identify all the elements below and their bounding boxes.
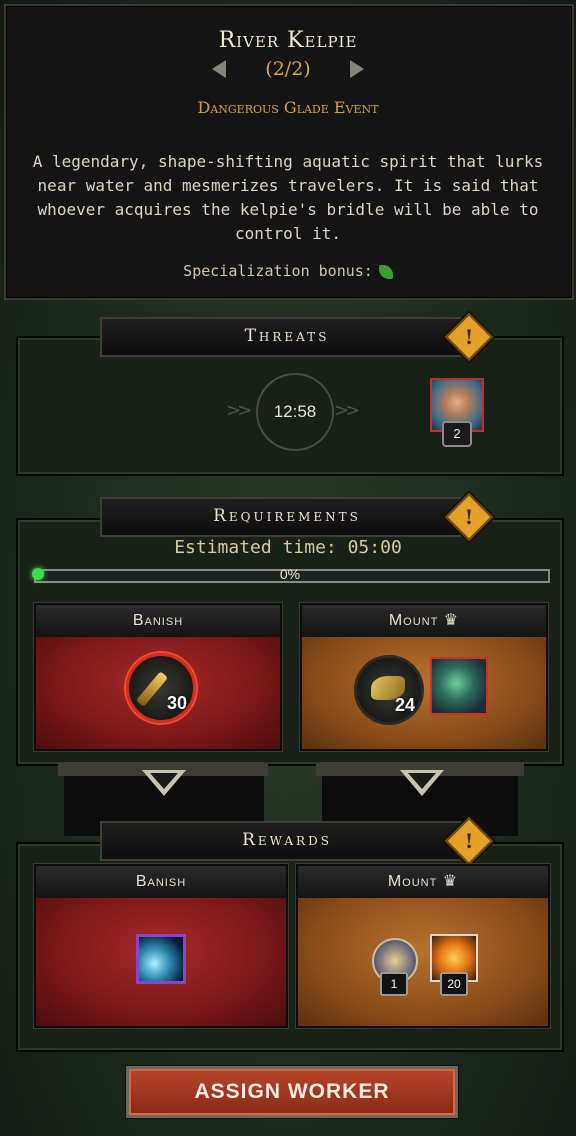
event-description: A legendary, shape-shifting aquatic spir… <box>32 152 544 243</box>
crown-icon: ♛ <box>442 873 459 890</box>
kelpie-portrait-icon[interactable] <box>430 657 488 715</box>
blue-magic-icon[interactable] <box>136 934 186 984</box>
mount-reward-card[interactable]: Mount ♛ 1 20 <box>296 864 550 1028</box>
mount-card-body: 24 <box>302 637 546 749</box>
progress-percent: 0% <box>279 566 301 582</box>
event-pager: (2/2) <box>0 58 576 80</box>
mount-reward-body: 1 20 <box>298 898 548 1026</box>
chevron-right-icon: >> <box>334 400 360 421</box>
chevron-right-icon: >> <box>226 400 252 421</box>
crown-icon: ♛ <box>443 612 460 629</box>
rewards-header: Rewards <box>100 821 474 861</box>
event-type: Dangerous Glade Event <box>197 98 379 117</box>
requirements-header: Requirements <box>100 497 474 537</box>
reward-item2-count: 20 <box>440 972 468 996</box>
reward-item1-count: 1 <box>380 972 408 996</box>
event-title: River Kelpie <box>218 28 358 53</box>
leaf-icon <box>378 264 393 279</box>
banish-reward-title: Banish <box>36 866 286 898</box>
banish-reward-card[interactable]: Banish <box>34 864 288 1028</box>
mount-card-label: Mount <box>388 612 439 629</box>
mount-reward-label: Mount <box>387 873 438 890</box>
banish-reward-body <box>36 898 286 1026</box>
mount-requirement-count: 24 <box>394 695 415 715</box>
specialization-label: Specialization bonus: <box>183 262 373 280</box>
fiber-resource-icon[interactable]: 24 <box>354 655 424 725</box>
sword-shape <box>135 671 169 707</box>
threat-timer: 12:58 <box>256 373 334 451</box>
banish-card-title: Banish <box>36 605 280 637</box>
sword-resource-icon[interactable]: 30 <box>126 653 196 723</box>
down-arrow-inner <box>150 773 178 789</box>
estimated-time: Estimated time: 05:00 <box>174 537 402 558</box>
banish-requirement-card[interactable]: Banish 30 <box>34 603 282 751</box>
mount-reward-title: Mount ♛ <box>298 866 548 898</box>
mount-card-title: Mount ♛ <box>302 605 546 637</box>
page-indicator: (2/2) <box>265 58 311 80</box>
specialization-bonus: Specialization bonus: <box>0 262 576 280</box>
next-arrow-icon[interactable] <box>349 60 364 78</box>
down-arrow-inner <box>408 773 436 789</box>
mount-requirement-card[interactable]: Mount ♛ 24 <box>300 603 548 751</box>
assign-worker-button[interactable]: ASSIGN WORKER <box>126 1066 458 1118</box>
threat-count: 2 <box>442 421 472 447</box>
banish-card-body: 30 <box>36 637 280 749</box>
previous-arrow-icon[interactable] <box>212 60 227 78</box>
threats-header: Threats <box>100 317 474 357</box>
banish-requirement-count: 30 <box>166 693 187 713</box>
